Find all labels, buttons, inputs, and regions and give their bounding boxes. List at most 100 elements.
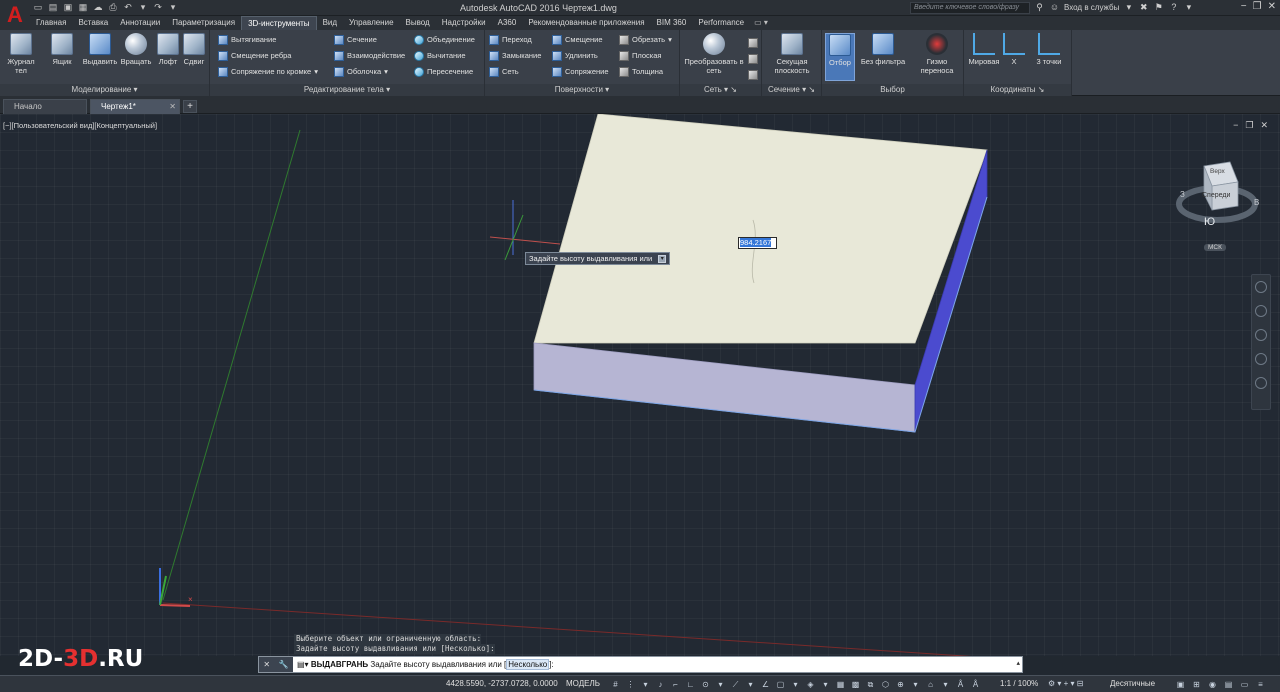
minimize-icon[interactable]: − [1241,1,1247,12]
dropdown-icon[interactable]: ▾ [1183,2,1194,13]
fillet-edge-button[interactable]: Сопряжение по кромке ▾ [218,65,318,79]
command-line[interactable]: ✕ 🔧 ▤▾ ВЫДАВГРАНЬ Задайте высоту выдавли… [258,656,1023,673]
3dosnap-icon[interactable]: ◈ [805,679,816,690]
lineweight-icon[interactable]: ▦ [835,679,846,690]
mesh-tool-button[interactable] [748,68,758,82]
undo-icon[interactable]: ↶ [122,2,134,13]
patch-button[interactable]: Замыкание [489,49,541,63]
ucs-3point-button[interactable]: 3 точки [1030,33,1068,66]
gizmo-icon[interactable]: ⊕ [895,679,906,690]
help-icon[interactable]: ? [1168,2,1179,13]
annotation-scale-icon[interactable]: Å [955,679,966,690]
dropdown-icon[interactable]: ▾ [640,679,651,690]
dropdown-icon[interactable]: ▾ [790,679,801,690]
wcs-menu[interactable]: МСК [1204,244,1226,251]
ribbon-tab[interactable]: Аннотации [114,16,166,30]
viewcube[interactable]: Верх Спереди З В Ю МСК [1172,154,1272,264]
ribbon-tab[interactable]: Вывод [400,16,436,30]
units-display[interactable]: Десятичные [1110,679,1155,688]
annoautoscale-icon[interactable]: Å [970,679,981,690]
zoom-icon[interactable] [1255,329,1267,341]
ribbon-tab[interactable]: Параметризация [166,16,241,30]
close-icon[interactable]: ✕ [1268,1,1276,12]
blend-button[interactable]: Сопряжение [552,65,609,79]
vp-minimize-icon[interactable]: − [1233,120,1238,131]
culling-button[interactable]: Отбор [825,33,855,81]
thicken-button[interactable]: Толщина [619,65,663,79]
panel-title-mesh[interactable]: Сеть ▾ ↘ [680,84,761,96]
application-menu-button[interactable]: A [0,0,30,30]
box-button[interactable]: Ящик [44,33,80,66]
isodraft-icon[interactable]: ⟋ [730,679,741,690]
osnap-icon[interactable]: ▢ [775,679,786,690]
tooltip-options-icon[interactable]: ▾ [658,254,667,263]
dynamic-input-field[interactable]: 984.2167 [738,237,777,249]
polar-icon[interactable]: ⊙ [700,679,711,690]
viewport-controls-label[interactable]: [−][Пользовательский вид][Концептуальный… [3,121,157,130]
isolate-icon[interactable]: ◉ [1207,679,1218,690]
showmotion-icon[interactable] [1255,377,1267,389]
dynamic-ucs-icon[interactable]: ⌐ [670,679,681,690]
planar-button[interactable]: Плоская [619,49,661,63]
doc-tab-start[interactable]: Начало [3,99,87,114]
panel-title-section[interactable]: Сечение ▾ ↘ [762,84,821,96]
dropdown-icon[interactable]: ▾ [745,679,756,690]
workspace-icon[interactable]: ⚙ ▾ + ▾ ⊟ [1048,679,1083,688]
doc-tab-drawing1[interactable]: Чертеж1* ✕ [90,99,180,114]
model-space-button[interactable]: МОДЕЛЬ [566,679,600,688]
ribbon-tab[interactable]: BIM 360 [651,16,693,30]
convert-to-mesh-button[interactable]: Преобразовать в сеть [684,33,744,75]
network-transition-button[interactable]: Переход [489,33,532,47]
command-prompt[interactable]: ▤▾ ВЫДАВГРАНЬ Задайте высоту выдавливани… [297,658,554,671]
panel-title-modeling[interactable]: Моделирование ▾ [0,84,209,96]
cursor-coordinates[interactable]: 4428.5590, -2737.0728, 0.0000 [446,679,558,688]
drawing-viewport[interactable]: × [−][Пользовательский вид][Концептуальн… [0,114,1280,656]
grid-icon[interactable]: # [610,679,621,690]
redo-icon[interactable]: ↷ [152,2,164,13]
slice-button[interactable]: Сечение [334,33,377,47]
offset-surface-button[interactable]: Смещение [552,33,603,47]
ribbon-tab[interactable]: Надстройки [436,16,492,30]
ribbon-tab[interactable]: Управление [343,16,399,30]
compass-west[interactable]: З [1180,190,1185,199]
ortho-icon[interactable]: ∟ [685,679,696,690]
plot-icon[interactable]: ⎙ [107,2,119,13]
box-top-face[interactable] [533,114,988,344]
panel-title-selection[interactable]: Выбор [822,84,963,96]
compass-south[interactable]: Ю [1204,216,1215,228]
box-front-face[interactable] [533,342,916,433]
dropdown-icon[interactable]: ▾ [715,679,726,690]
ucs-x-button[interactable]: X [1000,33,1028,66]
subtract-button[interactable]: Вычитание [414,49,466,63]
search-input[interactable]: Введите ключевое слово/фразу [910,2,1030,14]
dropdown-icon[interactable]: ▾ [940,679,951,690]
ribbon-minimize-icon[interactable]: ▭ ▾ [750,16,772,30]
offset-edge-button[interactable]: Смещение ребра [218,49,291,63]
mesh-tool-button[interactable] [748,36,758,50]
ribbon-tab[interactable]: A360 [492,16,523,30]
restore-icon[interactable]: ❐ [1253,1,1262,12]
world-ucs-button[interactable]: Мировая [966,33,1002,66]
ribbon-tab-active[interactable]: 3D-инструменты [241,16,317,30]
pan-icon[interactable] [1255,305,1267,317]
sweep-button[interactable]: Сдвиг [176,33,212,66]
close-command-line-icon[interactable]: ✕ [263,660,270,669]
save-icon[interactable]: ▣ [62,2,74,13]
interfere-button[interactable]: Взаимодействие [334,49,405,63]
option-multiple[interactable]: Несколько [506,659,550,670]
otrack-icon[interactable]: ∠ [760,679,771,690]
union-button[interactable]: Объединение [414,33,475,47]
history-button[interactable]: Журнал тел [2,33,40,75]
customize-icon[interactable]: 🔧 [279,660,289,669]
vp-close-icon[interactable]: ✕ [1260,120,1268,131]
signin-button[interactable]: Вход в службы [1064,3,1119,12]
extend-button[interactable]: Удлинить [552,49,598,63]
section-plane-button[interactable]: Секущая плоскость [768,33,816,75]
clean-screen-icon[interactable]: ▭ [1239,679,1250,690]
selection-cycling-icon[interactable]: ⧉ [865,679,876,690]
customization-icon[interactable]: ≡ [1255,679,1266,690]
close-tab-icon[interactable]: ✕ [169,100,176,114]
ribbon-tab[interactable]: Главная [30,16,72,30]
dropdown-icon[interactable]: ▾ [820,679,831,690]
compass-east[interactable]: В [1254,198,1259,207]
